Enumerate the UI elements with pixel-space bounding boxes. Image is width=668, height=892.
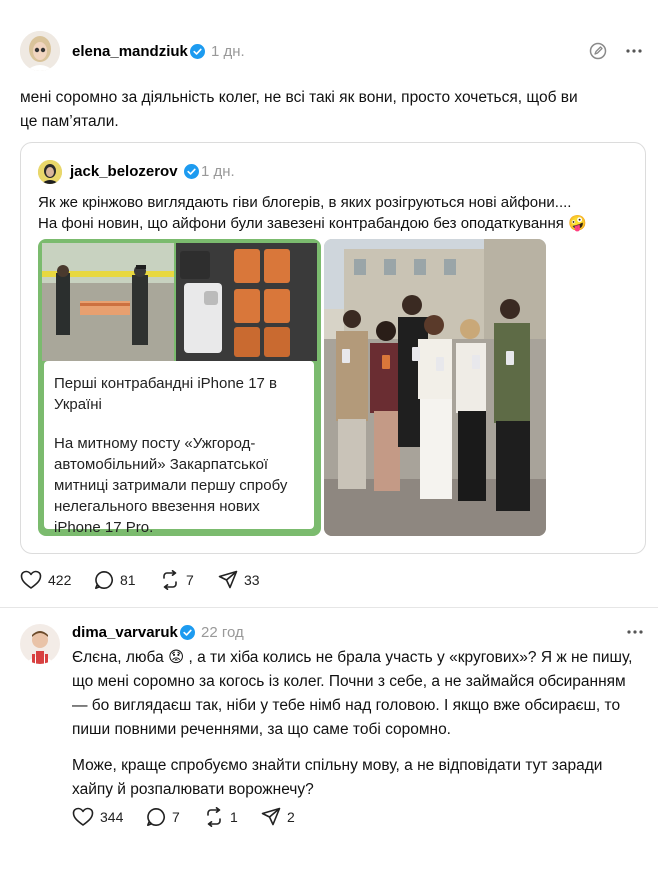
heart-icon bbox=[72, 807, 94, 826]
verified-icon bbox=[180, 625, 195, 640]
bloggers-photo[interactable] bbox=[324, 239, 546, 536]
verified-icon bbox=[184, 164, 199, 179]
more-icon[interactable] bbox=[625, 48, 643, 54]
share-icon bbox=[218, 570, 238, 589]
verified-icon bbox=[190, 44, 205, 59]
customs-officers-photo bbox=[42, 243, 174, 361]
quote-text-line-2: На фоні новин, що айфони були завезені к… bbox=[38, 215, 587, 232]
reply-p1-line-3: — бо виглядаєш так, ніби у тебе німб над… bbox=[72, 697, 621, 714]
heart-icon bbox=[20, 570, 42, 589]
news-body: На митному посту «Ужгород-автомобільний»… bbox=[54, 435, 288, 536]
reply-p1-line-4: пиши повними реченнями, за що саме тобі … bbox=[72, 721, 451, 738]
news-card-image[interactable]: Перші контрабандні iPhone 17 в Україні Н… bbox=[38, 239, 321, 536]
reply-repost-button[interactable]: 1 bbox=[204, 807, 238, 827]
comment-button[interactable]: 81 bbox=[94, 570, 136, 590]
reply-like-count: 344 bbox=[100, 809, 124, 825]
news-title: Перші контрабандні iPhone 17 в Україні bbox=[54, 375, 278, 413]
reply-username[interactable]: dima_varvaruk bbox=[72, 624, 178, 641]
share-button[interactable]: 33 bbox=[218, 570, 260, 590]
news-card-background: Перші контрабандні iPhone 17 в Україні Н… bbox=[38, 239, 321, 536]
post-time: 1 дн. bbox=[211, 43, 245, 60]
quoted-post[interactable]: jack_belozerov 1 дн. Як же крінжово вигл… bbox=[20, 142, 646, 554]
share-icon bbox=[261, 807, 281, 826]
reply-time: 22 год bbox=[201, 624, 244, 641]
comment-icon bbox=[147, 808, 165, 826]
news-card-text-box: Перші контрабандні iPhone 17 в Україні Н… bbox=[44, 361, 314, 536]
reply-share-count: 2 bbox=[287, 809, 295, 825]
avatar-jack[interactable] bbox=[38, 160, 62, 184]
like-button[interactable]: 422 bbox=[20, 570, 71, 590]
avatar-elena[interactable] bbox=[20, 31, 60, 71]
share-count: 33 bbox=[244, 572, 260, 588]
repost-icon bbox=[207, 807, 221, 827]
reply-p2-line-1: Може, краще спробуємо знайти спільну мов… bbox=[72, 757, 603, 774]
reply-comment-button[interactable]: 7 bbox=[146, 807, 180, 827]
repost-count: 7 bbox=[186, 572, 194, 588]
reply-comment-count: 7 bbox=[172, 809, 180, 825]
reply-repost-count: 1 bbox=[230, 809, 238, 825]
divider bbox=[0, 607, 658, 608]
comment-icon bbox=[95, 571, 113, 589]
post-username[interactable]: elena_mandziuk bbox=[72, 43, 188, 60]
quote-time: 1 дн. bbox=[201, 163, 235, 180]
reply-p1-line-1: Єлєна, люба 😟 , а ти хіба колись не брал… bbox=[72, 649, 633, 666]
more-icon[interactable] bbox=[626, 629, 644, 635]
reply-share-button[interactable]: 2 bbox=[261, 807, 295, 827]
compose-icon[interactable] bbox=[589, 42, 607, 60]
post-text-line-1: мені соромно за діяльність колег, не всі… bbox=[20, 89, 578, 106]
repost-button[interactable]: 7 bbox=[160, 570, 194, 590]
post-text-line-2: це пам’ятали. bbox=[20, 113, 119, 130]
quote-username[interactable]: jack_belozerov bbox=[70, 163, 178, 180]
reply-p2-line-2: хайпу й розпалювати ворожнечу? bbox=[72, 781, 314, 798]
like-count: 422 bbox=[48, 572, 72, 588]
avatar-dima[interactable] bbox=[20, 624, 60, 664]
comment-count: 81 bbox=[120, 572, 136, 588]
repost-icon bbox=[163, 570, 177, 590]
reply-p1-line-2: що мені соромно за когось із колег. Почн… bbox=[72, 673, 626, 690]
iphone-boxes-photo bbox=[176, 243, 317, 361]
reply-like-button[interactable]: 344 bbox=[72, 807, 123, 827]
